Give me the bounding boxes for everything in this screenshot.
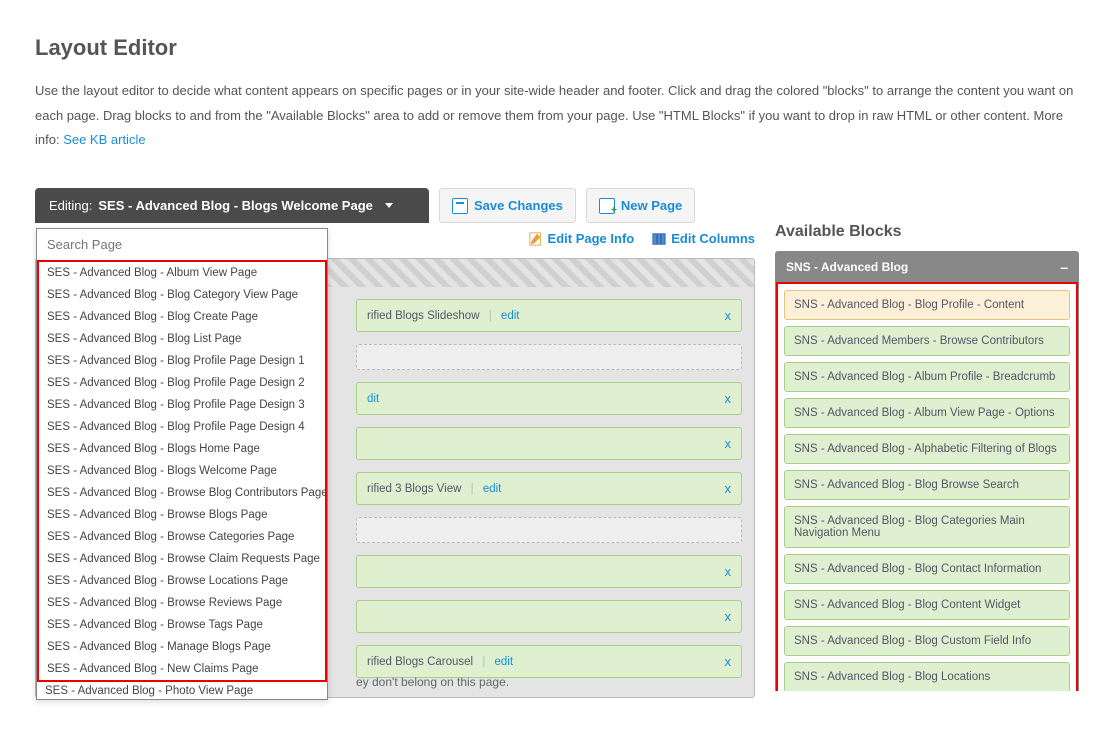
- save-icon: [452, 198, 468, 214]
- block-remove-button[interactable]: x: [725, 391, 732, 406]
- new-page-label: New Page: [621, 198, 682, 213]
- dropdown-item[interactable]: SES - Advanced Blog - New Claims Page: [39, 658, 325, 680]
- available-block[interactable]: SNS - Advanced Blog - Blog Categories Ma…: [784, 506, 1070, 548]
- intro-text: Use the layout editor to decide what con…: [35, 83, 1073, 147]
- block-edit-link[interactable]: edit: [501, 310, 520, 322]
- block-edit-link[interactable]: edit: [483, 483, 502, 495]
- new-page-button[interactable]: New Page: [586, 188, 695, 223]
- editing-label: Editing:: [49, 198, 92, 213]
- available-block[interactable]: SNS - Advanced Blog - Blog Browse Search: [784, 470, 1070, 500]
- dropdown-item[interactable]: SES - Advanced Blog - Browse Blog Contri…: [39, 482, 325, 504]
- layout-block[interactable]: rified Blogs Carousel | edit x: [356, 645, 742, 678]
- available-block[interactable]: SNS - Advanced Blog - Blog Content Widge…: [784, 590, 1070, 620]
- dropdown-item[interactable]: SES - Advanced Blog - Blogs Home Page: [39, 438, 325, 460]
- layout-block[interactable]: x: [356, 600, 742, 633]
- save-changes-button[interactable]: Save Changes: [439, 188, 576, 223]
- dropdown-item[interactable]: SES - Advanced Blog - Blog Category View…: [39, 284, 325, 306]
- dropdown-item[interactable]: SES - Advanced Blog - Blogs Welcome Page: [39, 460, 325, 482]
- block-edit-link[interactable]: dit: [367, 393, 379, 405]
- block-remove-button[interactable]: x: [725, 436, 732, 451]
- dropdown-item[interactable]: SES - Advanced Blog - Blog Create Page: [39, 306, 325, 328]
- edit-page-info-link[interactable]: Edit Page Info: [529, 231, 635, 246]
- available-blocks-header: Available Blocks: [775, 223, 1079, 241]
- available-block[interactable]: SNS - Advanced Blog - Alphabetic Filteri…: [784, 434, 1070, 464]
- block-remove-button[interactable]: x: [725, 564, 732, 579]
- dropdown-item[interactable]: SES - Advanced Blog - Browse Blogs Page: [39, 504, 325, 526]
- edit-columns-link[interactable]: Edit Columns: [652, 231, 755, 246]
- dropdown-item[interactable]: SES - Advanced Blog - Browse Reviews Pag…: [39, 592, 325, 614]
- available-blocks-panel[interactable]: SNS - Advanced Blog – SNS - Advanced Blo…: [775, 251, 1079, 691]
- available-block[interactable]: SNS - Advanced Blog - Blog Contact Infor…: [784, 554, 1070, 584]
- dropdown-item[interactable]: SES - Advanced Blog - Blog Profile Page …: [39, 372, 325, 394]
- dropdown-item[interactable]: SES - Advanced Blog - Browse Tags Page: [39, 614, 325, 636]
- available-section-header[interactable]: SNS - Advanced Blog –: [776, 252, 1078, 282]
- editing-page-selector[interactable]: Editing: SES - Advanced Blog - Blogs Wel…: [35, 188, 429, 223]
- dropdown-item[interactable]: SES - Advanced Blog - Browse Claim Reque…: [39, 548, 325, 570]
- dropdown-item-overflow[interactable]: SES - Advanced Blog - Photo View Page: [37, 682, 327, 699]
- dropdown-item[interactable]: SES - Advanced Blog - Manage Blogs Page: [39, 636, 325, 658]
- dropdown-item[interactable]: SES - Advanced Blog - Blog Profile Page …: [39, 350, 325, 372]
- layout-block[interactable]: x: [356, 427, 742, 460]
- available-block[interactable]: SNS - Advanced Blog - Album Profile - Br…: [784, 362, 1070, 392]
- available-section-title: SNS - Advanced Blog: [786, 260, 908, 274]
- layout-block[interactable]: dit x: [356, 382, 742, 415]
- save-label: Save Changes: [474, 198, 563, 213]
- block-remove-button[interactable]: x: [725, 654, 732, 669]
- chevron-down-icon: [385, 203, 393, 208]
- dropdown-item[interactable]: SES - Advanced Blog - Blog List Page: [39, 328, 325, 350]
- intro-paragraph: Use the layout editor to decide what con…: [35, 79, 1079, 153]
- block-remove-button[interactable]: x: [725, 481, 732, 496]
- dropdown-item[interactable]: SES - Advanced Blog - Blog Profile Page …: [39, 394, 325, 416]
- new-page-icon: [599, 198, 615, 214]
- kb-article-link[interactable]: See KB article: [63, 132, 145, 147]
- layout-block[interactable]: x: [356, 555, 742, 588]
- collapse-icon[interactable]: –: [1060, 259, 1068, 275]
- dropdown-item[interactable]: SES - Advanced Blog - Browse Locations P…: [39, 570, 325, 592]
- editing-page-name: SES - Advanced Blog - Blogs Welcome Page: [98, 198, 373, 213]
- available-block[interactable]: SNS - Advanced Blog - Album View Page - …: [784, 398, 1070, 428]
- dropdown-item[interactable]: SES - Advanced Blog - Album View Page: [39, 262, 325, 284]
- block-remove-button[interactable]: x: [725, 609, 732, 624]
- layout-block[interactable]: rified 3 Blogs View | edit x: [356, 472, 742, 505]
- available-block[interactable]: SNS - Advanced Blog - Blog Profile - Con…: [784, 290, 1070, 320]
- page-title: Layout Editor: [35, 35, 1079, 61]
- layout-block[interactable]: rified Blogs Slideshow | edit x: [356, 299, 742, 332]
- dropdown-item[interactable]: SES - Advanced Blog - Browse Categories …: [39, 526, 325, 548]
- canvas-hint-text: ey don't belong on this page.: [356, 675, 509, 689]
- available-block[interactable]: SNS - Advanced Members - Browse Contribu…: [784, 326, 1070, 356]
- drop-placeholder[interactable]: [356, 344, 742, 370]
- dropdown-item[interactable]: SES - Advanced Blog - Blog Profile Page …: [39, 416, 325, 438]
- search-page-input[interactable]: [37, 229, 327, 260]
- block-remove-button[interactable]: x: [725, 308, 732, 323]
- columns-icon: [652, 232, 666, 246]
- available-block[interactable]: SNS - Advanced Blog - Blog Locations: [784, 662, 1070, 691]
- edit-icon: [529, 232, 543, 246]
- block-edit-link[interactable]: edit: [495, 656, 514, 668]
- available-section: SNS - Advanced Blog – SNS - Advanced Blo…: [775, 251, 1079, 691]
- page-dropdown[interactable]: SES - Advanced Blog - Album View PageSES…: [36, 228, 328, 700]
- available-block[interactable]: SNS - Advanced Blog - Blog Custom Field …: [784, 626, 1070, 656]
- drop-placeholder[interactable]: [356, 517, 742, 543]
